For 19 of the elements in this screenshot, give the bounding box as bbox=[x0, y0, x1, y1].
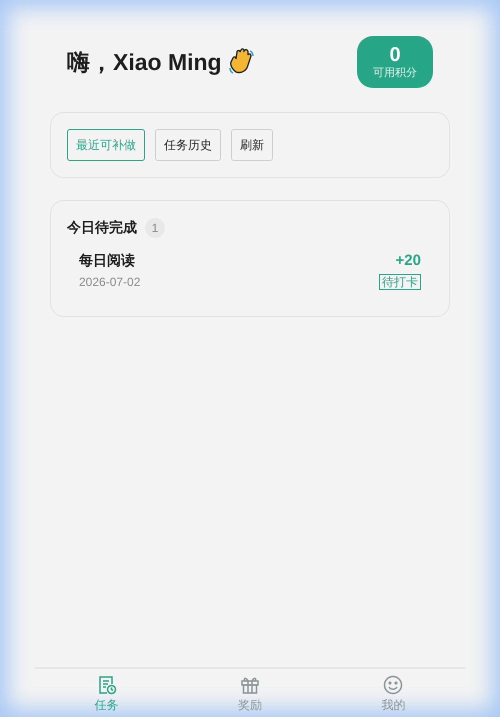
greeting-title: 嗨，Xiao Ming bbox=[67, 48, 222, 77]
points-label: 可用积分 bbox=[373, 66, 417, 80]
task-list-icon bbox=[96, 675, 117, 695]
filter-button[interactable]: 任务历史 bbox=[155, 129, 221, 161]
task-name: 每日阅读 bbox=[79, 252, 135, 270]
count-badge: 1 bbox=[145, 218, 165, 238]
nav-tab[interactable]: 任务 bbox=[35, 669, 178, 717]
filter-button[interactable]: 刷新 bbox=[231, 129, 273, 161]
points-value: 0 bbox=[389, 44, 401, 66]
nav-tab[interactable]: 我的 bbox=[322, 669, 465, 717]
smile-icon bbox=[383, 675, 404, 695]
section-title: 今日待完成 bbox=[67, 219, 137, 237]
gift-icon bbox=[240, 675, 260, 695]
waving-hand-icon bbox=[228, 48, 256, 76]
status-tag: 待打卡 bbox=[379, 274, 421, 290]
task-reward: +20 bbox=[396, 252, 421, 269]
nav-tab[interactable]: 奖励 bbox=[178, 669, 322, 717]
task-date: 2026-07-02 bbox=[79, 275, 140, 289]
filter-button[interactable]: 最近可补做 bbox=[67, 129, 145, 161]
